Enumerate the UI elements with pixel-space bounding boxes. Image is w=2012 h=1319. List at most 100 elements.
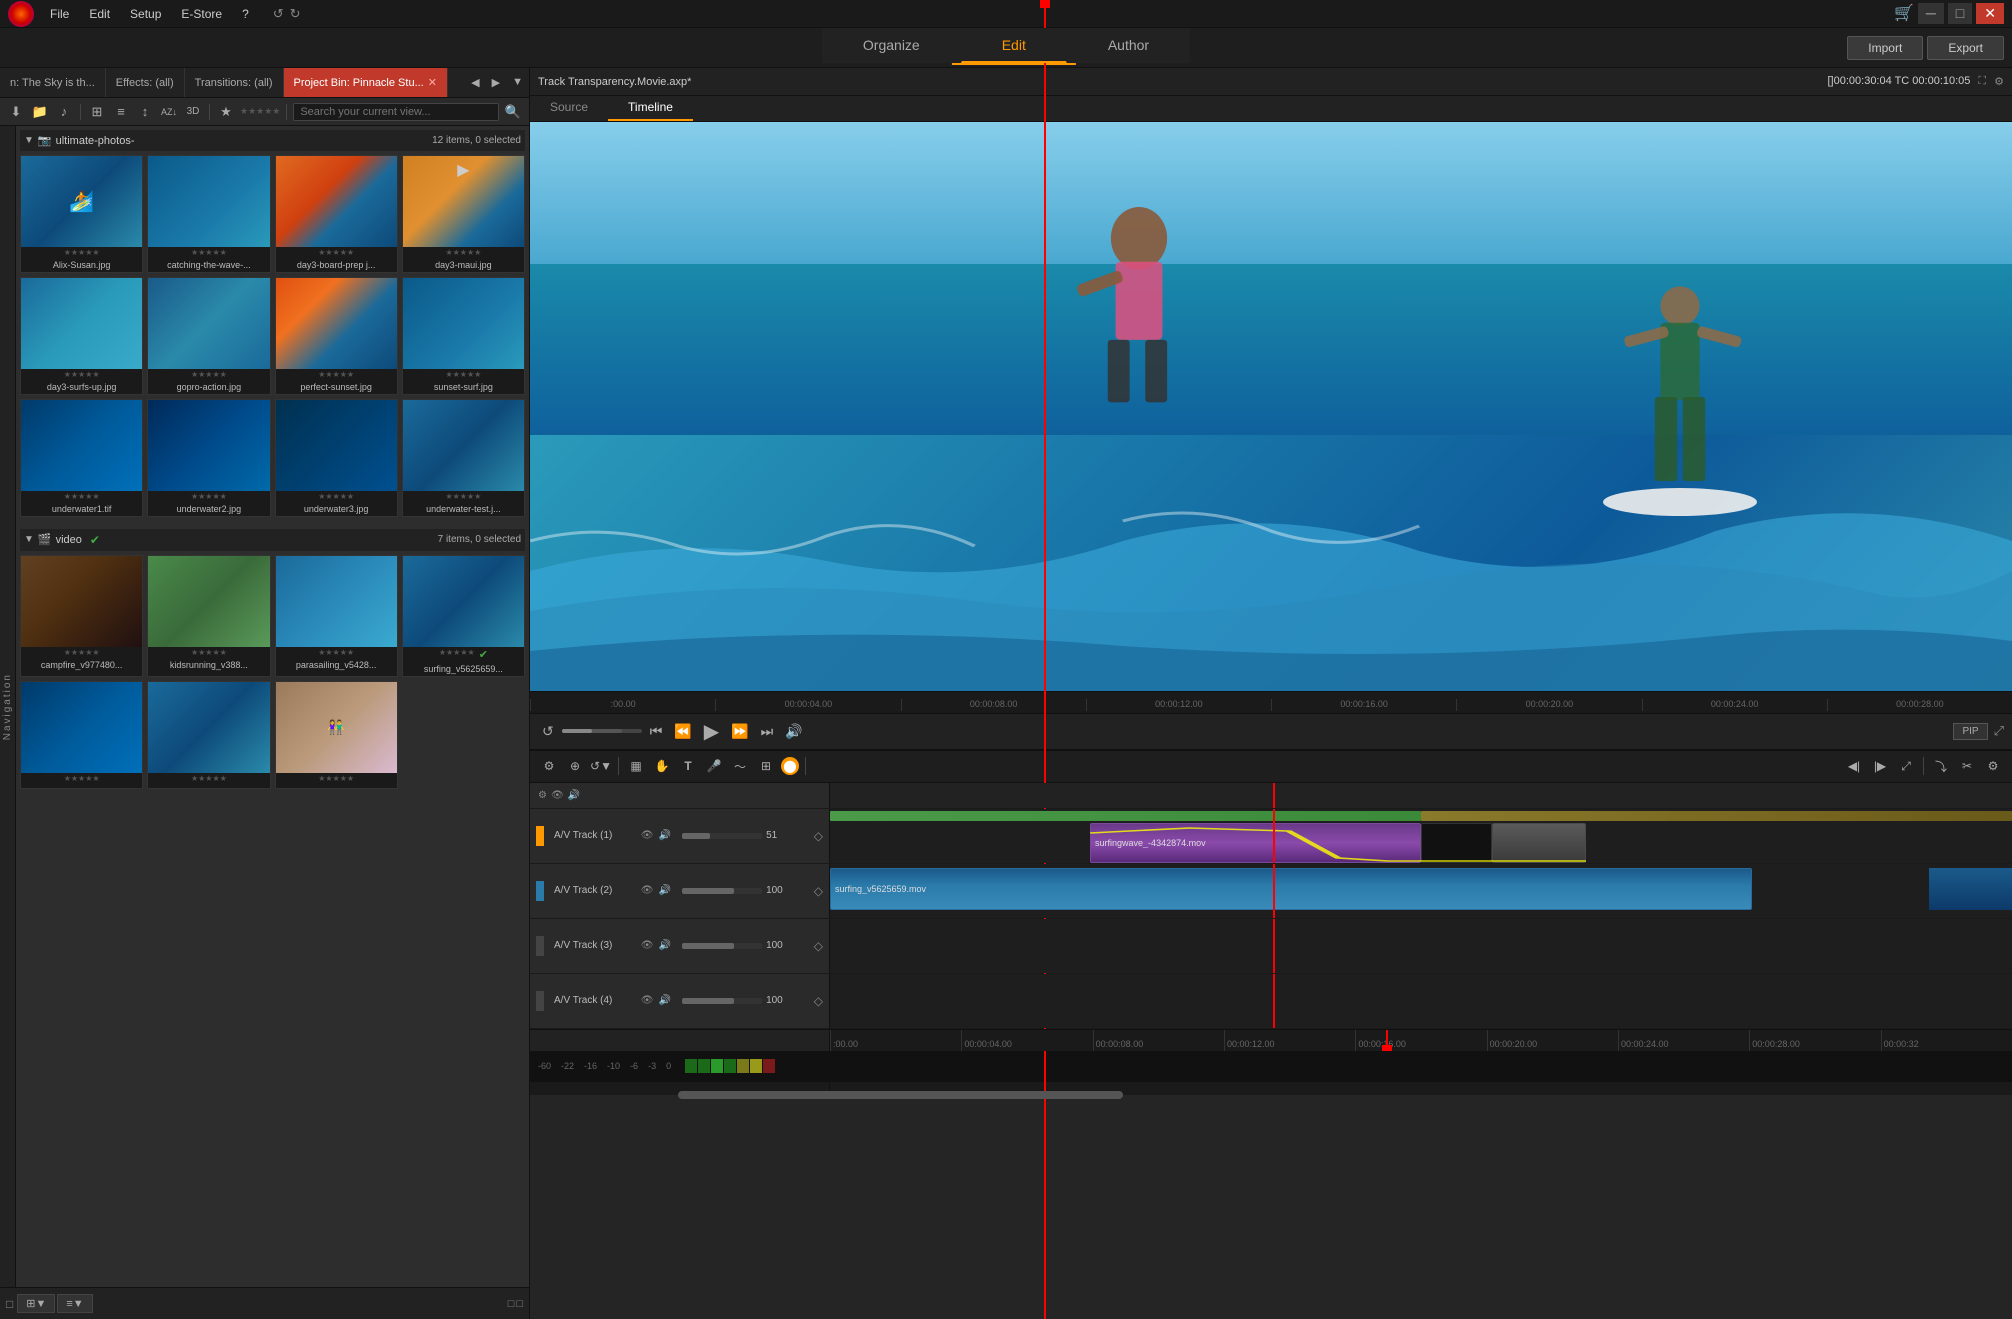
volume-bar-av3[interactable] xyxy=(682,943,762,949)
sort-az-icon[interactable]: AZ↓ xyxy=(159,102,179,122)
view-grid-icon[interactable]: ⊞ xyxy=(87,102,107,122)
list-view-btn[interactable]: ≡▼ xyxy=(57,1294,92,1313)
cart-icon[interactable]: 🛒 xyxy=(1894,3,1914,24)
menu-estore[interactable]: E-Store xyxy=(177,5,226,23)
sort-icon[interactable]: ↕ xyxy=(135,102,155,122)
tab-expand-arrow[interactable]: ▼ xyxy=(506,72,529,93)
speaker-icon-small[interactable]: 🔊 xyxy=(568,790,580,801)
media-item[interactable]: ★★★★★ day3-surfs-up.jpg xyxy=(20,277,143,395)
lp-tab-sky[interactable]: n: The Sky is th... xyxy=(0,68,106,97)
close-btn[interactable]: ✕ xyxy=(1976,3,2004,24)
menu-file[interactable]: File xyxy=(46,5,73,23)
import-media-icon[interactable]: ⬇ xyxy=(6,102,26,122)
media-item[interactable]: ★★★★★ underwater3.jpg xyxy=(275,399,398,517)
export-button[interactable]: Export xyxy=(1927,36,2004,60)
eye-icon-av4[interactable]: 👁 xyxy=(640,994,654,1008)
view-list-icon[interactable]: ≡ xyxy=(111,102,131,122)
media-item-campfire[interactable]: ★★★★★ campfire_v977480... xyxy=(20,555,143,677)
3d-icon[interactable]: 3D xyxy=(183,102,203,122)
lp-tab-transitions[interactable]: Transitions: (all) xyxy=(185,68,284,97)
tl-undo2-icon[interactable]: ↺▼ xyxy=(590,755,612,777)
tl-wave-icon[interactable]: 〜 xyxy=(729,755,751,777)
media-item-kids[interactable]: ★★★★★ kidsrunning_v388... xyxy=(147,555,270,677)
tc-fullscreen-icon[interactable]: ⛶ xyxy=(1978,75,1986,88)
media-item[interactable]: ★★★★★ gopro-action.jpg xyxy=(147,277,270,395)
lp-tab-effects[interactable]: Effects: (all) xyxy=(106,68,185,97)
clip-black-av1[interactable] xyxy=(1421,823,1492,863)
media-item-v5[interactable]: ★★★★★ xyxy=(20,681,143,789)
media-item-surfvid[interactable]: ★★★★★ ✔ surfing_v5625659... xyxy=(402,555,525,677)
media-item[interactable]: ★★★★★ underwater-test.j... xyxy=(402,399,525,517)
eye-icon-av3[interactable]: 👁 xyxy=(640,939,654,953)
expand-btn[interactable]: ⤢ xyxy=(1994,723,2004,739)
tl-magnet-icon[interactable]: ⊕ xyxy=(564,755,586,777)
eye-icon-av2[interactable]: 👁 xyxy=(640,884,654,898)
speaker-icon-av4[interactable]: 🔊 xyxy=(658,994,672,1008)
loop-btn[interactable]: ↺ xyxy=(538,721,558,742)
eye-icon-av1[interactable]: 👁 xyxy=(640,829,654,843)
clip-surfvid-av2[interactable]: surfing_v5625659.mov xyxy=(830,868,1752,910)
media-item[interactable]: 🏄 ★★★★★ Alix-Susan.jpg xyxy=(20,155,143,273)
tab-prev-arrow[interactable]: ◀ xyxy=(465,72,485,93)
redo-btn[interactable]: ↻ xyxy=(290,6,301,22)
clip-gray-av1[interactable] xyxy=(1492,823,1587,863)
folder-icon[interactable]: 📁 xyxy=(30,102,50,122)
section-collapse-arrow[interactable]: ▼ xyxy=(24,135,34,146)
tc-settings-icon[interactable]: ⚙ xyxy=(1994,75,2004,88)
volume-track[interactable] xyxy=(562,729,622,733)
tl-title-icon[interactable]: T xyxy=(677,755,699,777)
volume-slider[interactable] xyxy=(562,729,642,733)
close-tab-icon[interactable]: ✕ xyxy=(428,76,437,89)
video-section-header[interactable]: ▼ 🎬 video ✔ 7 items, 0 selected xyxy=(20,529,525,551)
grid-view-btn[interactable]: ⊞▼ xyxy=(17,1294,55,1313)
keyframe-diamond-av2[interactable]: ◇ xyxy=(814,884,823,898)
volume-bar-av4[interactable] xyxy=(682,998,762,1004)
media-item[interactable]: ▶ ★★★★★ day3-maui.jpg xyxy=(402,155,525,273)
tl-zoom-in-icon[interactable]: ◀| xyxy=(1843,755,1865,777)
restore-btn[interactable]: □ xyxy=(1948,3,1972,24)
media-item[interactable]: ★★★★★ day3-board-prep j... xyxy=(275,155,398,273)
clip-surfwave-av1[interactable]: surfingwave_-4342874.mov xyxy=(1090,823,1421,863)
media-item[interactable]: ★★★★★ sunset-surf.jpg xyxy=(402,277,525,395)
eye-icon[interactable]: 👁 xyxy=(551,790,564,801)
tab-next-arrow[interactable]: ▶ xyxy=(486,72,506,93)
tl-hand-icon[interactable]: ✋ xyxy=(651,755,673,777)
tl-gear2-icon[interactable]: ⚙ xyxy=(1982,755,2004,777)
keyframe-diamond-av1[interactable]: ◇ xyxy=(814,829,823,843)
tl-ripple-icon[interactable]: ⤵ xyxy=(1930,755,1952,777)
tab-author[interactable]: Author xyxy=(1067,28,1190,63)
skip-start-btn[interactable]: ⏮ xyxy=(646,721,667,742)
star-filter-icon[interactable]: ★ xyxy=(216,102,236,122)
music-icon[interactable]: ♪ xyxy=(54,102,74,122)
keyframe-diamond-av3[interactable]: ◇ xyxy=(814,939,823,953)
tl-bar-chart-icon[interactable]: ▦ xyxy=(625,755,647,777)
speaker-icon-av3[interactable]: 🔊 xyxy=(658,939,672,953)
tl-mic-icon[interactable]: 🎤 xyxy=(703,755,725,777)
undo-btn[interactable]: ↺ xyxy=(273,6,284,22)
media-item[interactable]: ★★★★★ catching-the-wave-... xyxy=(147,155,270,273)
scrollbar-thumb[interactable] xyxy=(678,1091,1123,1099)
next-frame-btn[interactable]: ⏩ xyxy=(727,721,752,742)
tab-edit[interactable]: Edit xyxy=(961,28,1067,63)
media-item[interactable]: ★★★★★ underwater2.jpg xyxy=(147,399,270,517)
tl-orange-icon[interactable]: ⬤ xyxy=(781,757,799,775)
media-item-wedding[interactable]: 👫 ★★★★★ xyxy=(275,681,398,789)
search-icon[interactable]: 🔍 xyxy=(503,102,523,122)
menu-edit[interactable]: Edit xyxy=(85,5,114,23)
lp-tab-project[interactable]: Project Bin: Pinnacle Stu... ✕ xyxy=(284,68,448,97)
tl-scrollbar[interactable] xyxy=(530,1081,2012,1095)
menu-setup[interactable]: Setup xyxy=(126,5,165,23)
tab-source[interactable]: Source xyxy=(530,96,608,121)
tab-timeline[interactable]: Timeline xyxy=(608,96,693,121)
prev-frame-btn[interactable]: ⏪ xyxy=(670,721,695,742)
menu-help[interactable]: ? xyxy=(238,5,253,23)
clip-surfvid-thumb-av2[interactable] xyxy=(1929,868,2012,910)
media-item-parasail[interactable]: ★★★★★ parasailing_v5428... xyxy=(275,555,398,677)
photos-section-header[interactable]: ▼ 📷 ultimate-photos- 12 items, 0 selecte… xyxy=(20,130,525,151)
pip-button[interactable]: PIP xyxy=(1953,723,1987,740)
tl-settings-icon[interactable]: ⚙ xyxy=(538,755,560,777)
tl-zoom-out-icon[interactable]: |▶ xyxy=(1869,755,1891,777)
speaker-icon-av2[interactable]: 🔊 xyxy=(658,884,672,898)
tab-organize[interactable]: Organize xyxy=(822,28,961,63)
volume-btn[interactable]: 🔊 xyxy=(781,721,806,742)
